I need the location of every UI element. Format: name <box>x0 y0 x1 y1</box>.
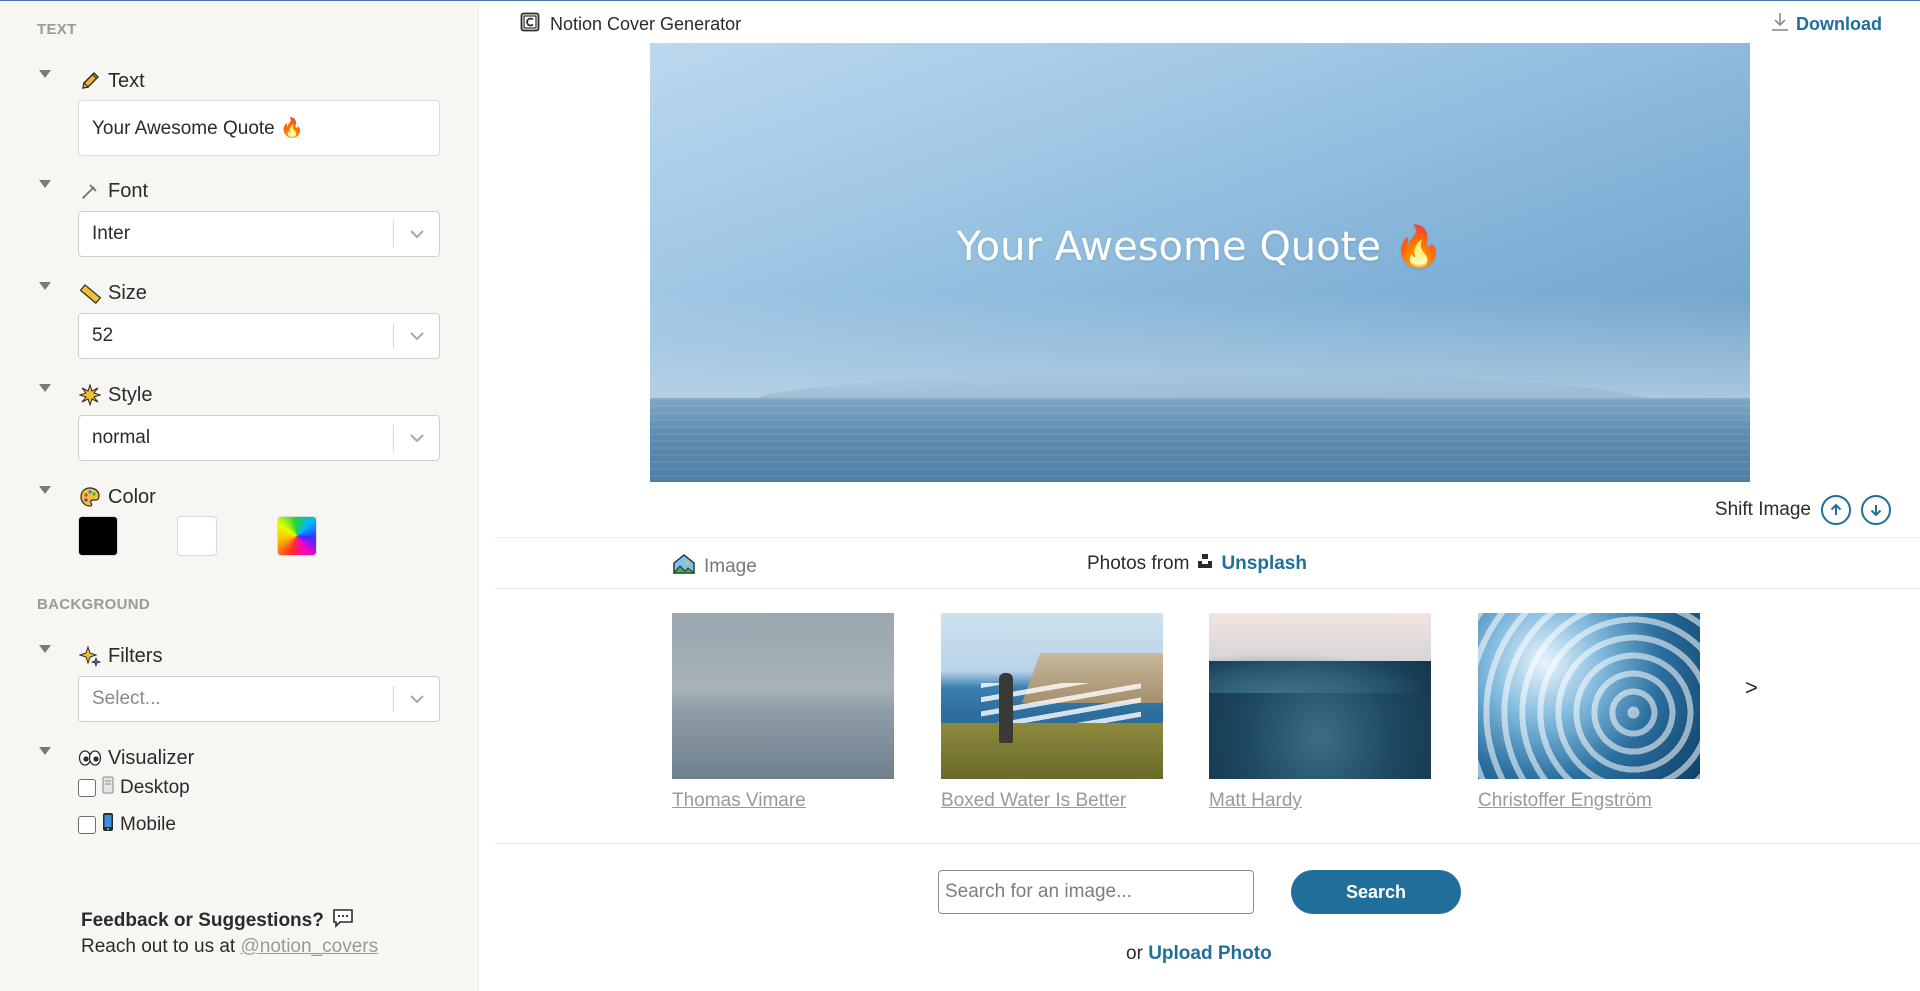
shift-up-button[interactable] <box>1821 495 1851 525</box>
visualizer-desktop-option[interactable]: Desktop <box>78 776 190 800</box>
chevron-down-icon[interactable] <box>394 313 439 359</box>
upload-row: or Upload Photo <box>1126 943 1272 965</box>
shift-image-controls: Shift Image <box>1715 495 1891 525</box>
unsplash-link[interactable]: Unsplash <box>1221 553 1307 575</box>
filters-label: Filters <box>108 644 163 667</box>
photo-thumbnail[interactable] <box>672 613 894 779</box>
photo-source: Photos from Unsplash <box>1087 553 1307 575</box>
divider <box>495 537 1920 538</box>
mobile-label: Mobile <box>120 814 176 835</box>
color-collapse-toggle[interactable] <box>39 486 51 494</box>
size-label: Size <box>108 281 147 304</box>
pencil-icon <box>78 69 102 93</box>
shift-image-label: Shift Image <box>1714 499 1811 520</box>
photographer-link[interactable]: Thomas Vimare <box>672 790 806 812</box>
font-select[interactable]: Inter <box>78 211 440 257</box>
sparkles-icon <box>78 644 102 668</box>
desktop-checkbox[interactable] <box>78 779 96 797</box>
ruler-icon <box>78 281 102 305</box>
font-field-label: Font <box>78 179 148 203</box>
chevron-down-icon[interactable] <box>394 415 439 461</box>
desktop-icon <box>101 776 115 800</box>
divider <box>495 588 1920 589</box>
photographer-link[interactable]: Matt Hardy <box>1209 790 1302 812</box>
upload-prefix: or <box>1126 943 1143 964</box>
mobile-checkbox[interactable] <box>78 816 96 834</box>
photo-thumbnail[interactable] <box>941 613 1163 779</box>
filters-field-label: Filters <box>78 644 162 668</box>
shift-down-button[interactable] <box>1861 495 1891 525</box>
app-header: Notion Cover Generator <box>520 12 741 37</box>
palette-icon <box>78 485 102 509</box>
visualizer-field-label: Visualizer <box>78 746 194 770</box>
color-swatch-black[interactable] <box>78 516 118 556</box>
eyes-icon <box>78 746 102 770</box>
download-label: Download <box>1796 14 1882 34</box>
style-select-value: normal <box>92 427 151 448</box>
style-label: Style <box>108 383 153 406</box>
pen-nib-icon <box>78 179 102 203</box>
filters-select-placeholder: Select... <box>92 688 161 709</box>
size-collapse-toggle[interactable] <box>39 282 51 290</box>
style-collapse-toggle[interactable] <box>39 384 51 392</box>
text-field-label: Text <box>78 69 145 93</box>
sparkle-burst-icon <box>78 383 102 407</box>
mobile-phone-icon <box>101 812 115 838</box>
cover-preview: Your Awesome Quote 🔥 <box>650 43 1750 482</box>
divider <box>495 843 1920 844</box>
style-field-label: Style <box>78 383 152 407</box>
app-title: Notion Cover Generator <box>550 14 742 34</box>
text-collapse-toggle[interactable] <box>39 70 51 78</box>
gallery-next-button[interactable]: > <box>1745 675 1758 701</box>
cover-quote-text: Your Awesome Quote 🔥 <box>956 224 1444 270</box>
quote-text-input[interactable] <box>78 100 440 156</box>
photographer-link[interactable]: Boxed Water Is Better <box>941 790 1126 812</box>
style-select[interactable]: normal <box>78 415 440 461</box>
download-button[interactable]: Download <box>1770 11 1882 38</box>
speech-bubble-icon <box>332 908 354 934</box>
visualizer-label: Visualizer <box>108 746 195 769</box>
image-search-input[interactable] <box>938 870 1254 914</box>
chevron-down-icon[interactable] <box>394 676 439 722</box>
size-select-value: 52 <box>92 325 114 346</box>
photo-thumbnail[interactable] <box>1478 613 1700 779</box>
font-collapse-toggle[interactable] <box>39 180 51 188</box>
size-field-label: Size <box>78 281 147 305</box>
sidebar: TEXT Text Font Inter Size 52 <box>0 1 479 991</box>
photographer-link[interactable]: Christoffer Engström <box>1478 790 1652 812</box>
search-button[interactable]: Search <box>1291 870 1461 914</box>
color-field-label: Color <box>78 485 156 509</box>
desktop-label: Desktop <box>120 777 190 798</box>
tab-image-label: Image <box>704 556 757 577</box>
visualizer-collapse-toggle[interactable] <box>39 747 51 755</box>
tab-image[interactable]: Image <box>672 553 757 581</box>
app-logo-icon <box>520 12 540 37</box>
color-swatch-custom-picker[interactable] <box>277 516 317 556</box>
visualizer-mobile-option[interactable]: Mobile <box>78 812 176 838</box>
filters-collapse-toggle[interactable] <box>39 645 51 653</box>
text-label: Text <box>108 69 145 92</box>
color-label: Color <box>108 485 156 508</box>
font-label: Font <box>108 179 149 202</box>
feedback-contact: Reach out to us at @notion_covers <box>81 936 379 957</box>
photos-from-label: Photos from <box>1087 553 1190 574</box>
upload-photo-link[interactable]: Upload Photo <box>1148 943 1271 964</box>
filters-select[interactable]: Select... <box>78 676 440 722</box>
background-section-label: BACKGROUND <box>37 596 150 613</box>
text-section-label: TEXT <box>37 21 77 38</box>
unsplash-icon <box>1197 553 1213 575</box>
picture-icon <box>672 553 696 581</box>
color-swatch-white[interactable] <box>177 516 217 556</box>
chevron-down-icon[interactable] <box>394 211 439 257</box>
twitter-handle-link[interactable]: @notion_covers <box>241 936 379 957</box>
feedback-title: Feedback or Suggestions? <box>81 908 354 934</box>
download-icon <box>1770 11 1790 38</box>
size-select[interactable]: 52 <box>78 313 440 359</box>
font-select-value: Inter <box>92 223 131 244</box>
photo-thumbnail[interactable] <box>1209 613 1431 779</box>
